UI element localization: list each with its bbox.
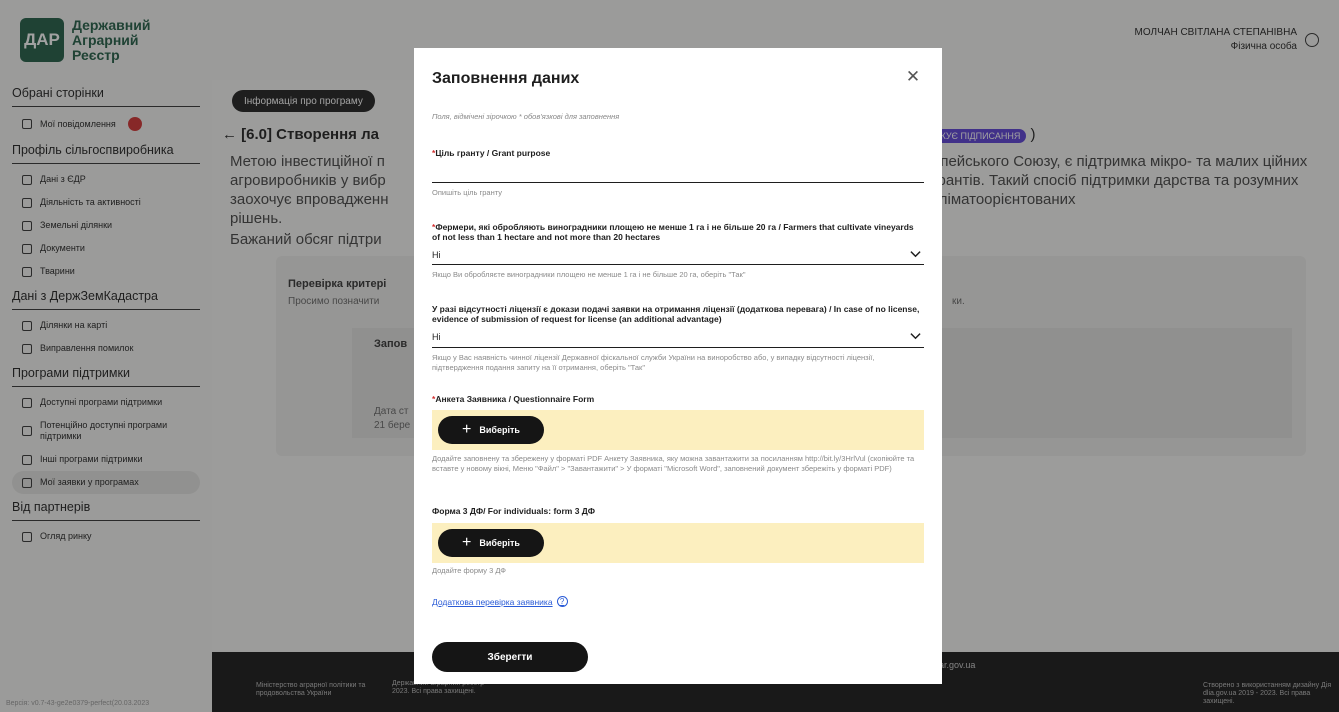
chevron-down-icon[interactable] xyxy=(910,330,921,341)
close-icon[interactable]: ✕ xyxy=(904,68,922,86)
license-select-value: Ні xyxy=(432,332,441,342)
grant-purpose-input[interactable] xyxy=(432,182,924,183)
question-icon[interactable]: ? xyxy=(556,596,568,607)
license-help: Якщо у Вас наявність чинної ліцензії Дер… xyxy=(432,353,875,372)
questionnaire-select-button[interactable]: + Виберіть xyxy=(438,416,544,444)
form3df-label: Форма 3 ДФ/ For individuals: form 3 ДФ xyxy=(432,506,595,516)
modal-title: Заповнення даних xyxy=(432,70,580,87)
fill-data-modal: Заповнення даних ✕ Поля, відмічені зіроч… xyxy=(414,48,942,684)
vineyards-select-value: Ні xyxy=(432,250,441,260)
questionnaire-label: *Анкета Заявника / Questionnaire Form xyxy=(432,394,595,404)
grant-purpose-placeholder: Опишіть ціль гранту xyxy=(432,188,503,197)
chevron-down-icon[interactable] xyxy=(910,248,921,259)
form3df-upload-area[interactable]: + Виберіть xyxy=(432,523,924,563)
form3df-help: Додайте форму 3 ДФ xyxy=(432,566,506,575)
vineyards-help: Якщо Ви обробляєте виноградники площею н… xyxy=(432,270,746,279)
required-note: Поля, відмічені зірочкою * обов'язкові д… xyxy=(432,112,620,121)
license-select[interactable] xyxy=(432,347,924,348)
vineyards-select[interactable] xyxy=(432,264,924,265)
vineyards-label: *Фермери, які обробляють виноградники пл… xyxy=(432,222,914,242)
extra-check-link[interactable]: Додаткова перевірка заявника? xyxy=(432,596,568,607)
questionnaire-help: Додайте заповнену та збережену у форматі… xyxy=(432,454,915,473)
form3df-select-button[interactable]: + Виберіть xyxy=(438,529,544,557)
questionnaire-upload-area[interactable]: + Виберіть xyxy=(432,410,924,450)
save-button[interactable]: Зберегти xyxy=(432,642,588,672)
grant-purpose-label: *Ціль гранту / Grant purpose xyxy=(432,148,551,158)
plus-icon: + xyxy=(462,421,472,438)
license-label: У разі відсутності ліцензії є докази под… xyxy=(432,304,920,324)
plus-icon: + xyxy=(462,534,472,551)
